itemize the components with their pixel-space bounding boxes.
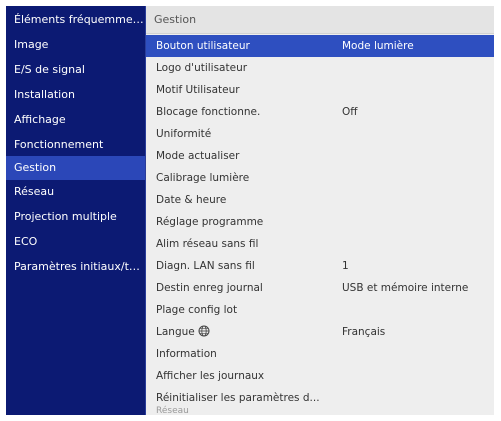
- setting-label: Bouton utilisateur: [156, 40, 250, 52]
- setting-label: Information: [156, 348, 217, 360]
- sidebar-item-display[interactable]: Affichage: [6, 108, 145, 132]
- sidebar-item-installation[interactable]: Installation: [6, 83, 145, 107]
- setting-label: Diagn. LAN sans fil: [156, 260, 255, 272]
- setting-row-uniformity[interactable]: Uniformité: [146, 123, 494, 145]
- setting-label: Calibrage lumière: [156, 172, 250, 184]
- setting-label: Uniformité: [156, 128, 212, 140]
- sidebar-item-operation[interactable]: Fonctionnement: [6, 133, 145, 157]
- setting-row-wireless-lan-diag[interactable]: Diagn. LAN sans fil 1: [146, 255, 494, 277]
- setting-row-operation-lock[interactable]: Blocage fonctionne. Off: [146, 101, 494, 123]
- setting-label: Blocage fonctionne.: [156, 106, 261, 118]
- sidebar-item-frequent[interactable]: Éléments fréquemmen...: [6, 8, 145, 32]
- setting-label: Réglage programme: [156, 216, 264, 228]
- setting-label: Mode actualiser: [156, 150, 240, 162]
- sidebar-menu: Éléments fréquemmen... Image E/S de sign…: [6, 6, 145, 415]
- sidebar-item-eco[interactable]: ECO: [6, 230, 145, 254]
- setting-label: Motif Utilisateur: [156, 84, 240, 96]
- setting-value: Off: [342, 106, 358, 118]
- next-section-partial-label: Réseau: [156, 406, 189, 415]
- setting-label: Plage config lot: [156, 304, 238, 316]
- setting-row-user-pattern[interactable]: Motif Utilisateur: [146, 79, 494, 101]
- setting-row-show-logs[interactable]: Afficher les journaux: [146, 365, 494, 387]
- setting-value: USB et mémoire interne: [342, 282, 469, 294]
- sidebar-item-management[interactable]: Gestion: [6, 156, 145, 180]
- setting-label: Langue: [156, 321, 336, 343]
- projector-menu-screen: Éléments fréquemmen... Image E/S de sign…: [6, 6, 494, 415]
- sidebar-item-network[interactable]: Réseau: [6, 180, 145, 204]
- sidebar-item-multi-projection[interactable]: Projection multiple: [6, 205, 145, 229]
- setting-value: Mode lumière: [342, 40, 414, 52]
- setting-row-refresh-mode[interactable]: Mode actualiser: [146, 145, 494, 167]
- setting-label: Date & heure: [156, 194, 227, 206]
- setting-row-wireless-power[interactable]: Alim réseau sans fil: [146, 233, 494, 255]
- settings-panel: Gestion Bouton utilisateur Mode lumière …: [146, 6, 494, 415]
- setting-label: Alim réseau sans fil: [156, 238, 259, 250]
- setting-row-reset-settings[interactable]: Réinitialiser les paramètres d...: [146, 387, 494, 409]
- sidebar-item-signal-io[interactable]: E/S de signal: [6, 58, 145, 82]
- setting-label: Logo d'utilisateur: [156, 62, 248, 74]
- setting-label: Afficher les journaux: [156, 370, 265, 382]
- sidebar-item-initial-settings[interactable]: Paramètres initiaux/to...: [6, 255, 145, 279]
- setting-row-user-button[interactable]: Bouton utilisateur Mode lumière: [146, 35, 494, 57]
- setting-value: Français: [342, 326, 386, 338]
- setting-row-schedule[interactable]: Réglage programme: [146, 211, 494, 233]
- setting-row-date-time[interactable]: Date & heure: [146, 189, 494, 211]
- setting-row-user-logo[interactable]: Logo d'utilisateur: [146, 57, 494, 79]
- globe-icon: [198, 325, 210, 337]
- setting-label: Destin enreg journal: [156, 282, 263, 294]
- setting-label-text: Langue: [156, 326, 195, 338]
- setting-row-batch-config-range[interactable]: Plage config lot: [146, 299, 494, 321]
- setting-row-log-destination[interactable]: Destin enreg journal USB et mémoire inte…: [146, 277, 494, 299]
- setting-row-language[interactable]: Langue Français: [146, 321, 494, 343]
- panel-title: Gestion: [146, 6, 494, 34]
- setting-value: 1: [342, 260, 349, 272]
- setting-row-light-calibration[interactable]: Calibrage lumière: [146, 167, 494, 189]
- setting-row-information[interactable]: Information: [146, 343, 494, 365]
- sidebar-item-image[interactable]: Image: [6, 33, 145, 57]
